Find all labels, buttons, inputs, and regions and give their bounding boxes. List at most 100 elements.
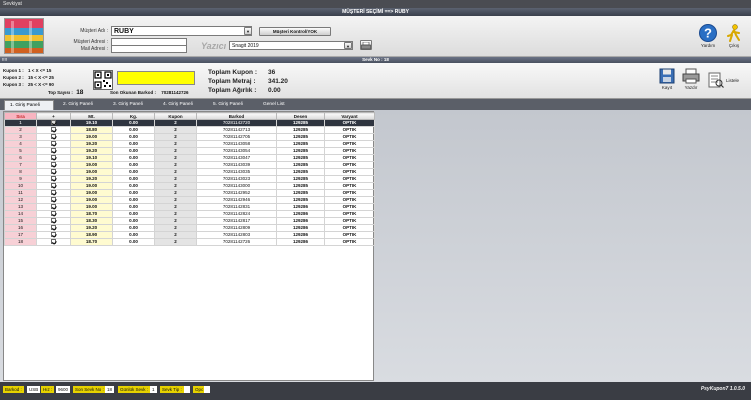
row-checkbox[interactable] xyxy=(51,239,56,245)
table-row[interactable]: 1 19.10 0.00 2 70281142720 129285 OPTIK xyxy=(4,119,375,127)
cell-sira: 4 xyxy=(4,140,37,148)
table-row[interactable]: 8 19.00 0.00 2 70281143035 129285 OPTIK xyxy=(4,168,375,176)
table-row[interactable]: 7 19.00 0.00 2 70281143039 129285 OPTIK xyxy=(4,161,375,169)
help-icon: ? xyxy=(699,24,717,42)
status-barcode-value: USB xyxy=(27,386,41,393)
customer-control-button[interactable]: Müşteri Kontrol/YOK xyxy=(259,27,331,36)
kupon-rule-value: 1 < X <= 15 xyxy=(28,68,52,73)
status-last-shipment-label: Son Sevk No : xyxy=(73,386,106,393)
cell-varyant: OPTIK xyxy=(324,154,375,162)
total-kupon-label: Toplam Kupon : xyxy=(208,69,257,76)
tab-entry-panel-2[interactable]: 2. Giriş Paneli xyxy=(58,100,98,110)
save-button[interactable]: Kayıt xyxy=(656,68,678,94)
row-checkbox[interactable] xyxy=(51,218,56,224)
tab-entry-panel-1[interactable]: 1. Giriş Paneli xyxy=(4,100,54,110)
barcode-scan-button[interactable] xyxy=(93,70,113,90)
printer-settings-button[interactable] xyxy=(360,40,372,50)
tab-general-list[interactable]: Genel List xyxy=(258,100,290,110)
column-header-desen[interactable]: Desen xyxy=(276,112,325,120)
exit-button[interactable]: Çıkış xyxy=(723,24,745,54)
column-header-barkod[interactable]: Barkod xyxy=(196,112,277,120)
row-checkbox[interactable] xyxy=(51,134,56,140)
cell-kg: 0.00 xyxy=(112,154,155,162)
table-row[interactable]: 14 18.70 0.00 2 70281142824 129286 OPTIK xyxy=(4,210,375,218)
row-checkbox[interactable] xyxy=(51,232,56,238)
cell-mt: 19.00 xyxy=(70,196,113,204)
table-row[interactable]: 11 19.00 0.00 2 70281142952 129285 OPTIK xyxy=(4,189,375,197)
list-button[interactable]: Listele xyxy=(708,72,742,94)
cell-check xyxy=(36,189,71,197)
tab-entry-panel-3[interactable]: 3. Giriş Paneli xyxy=(108,100,148,110)
cell-check xyxy=(36,203,71,211)
table-row[interactable]: 10 19.00 0.00 2 70281143000 129285 OPTIK xyxy=(4,182,375,190)
cell-sira: 11 xyxy=(4,189,37,197)
printer-value: Snagit 2019 xyxy=(232,43,259,49)
row-checkbox[interactable] xyxy=(51,197,56,203)
exit-icon xyxy=(727,24,740,42)
row-checkbox[interactable] xyxy=(51,183,56,189)
table-row[interactable]: 9 19.20 0.00 2 70281143023 129285 OPTIK xyxy=(4,175,375,183)
row-checkbox[interactable] xyxy=(51,120,56,126)
customer-name-field[interactable]: RUBY xyxy=(111,26,252,36)
print-button[interactable]: Yazdır xyxy=(680,68,702,94)
printer-select[interactable]: Snagit 2019 xyxy=(229,41,353,50)
cell-desen: 129286 xyxy=(276,217,325,225)
cell-barkod: 70281143023 xyxy=(196,175,277,183)
help-button[interactable]: ? Yardım xyxy=(697,24,719,54)
status-opc-value xyxy=(204,386,210,393)
cell-desen: 129285 xyxy=(276,161,325,169)
cell-sira: 8 xyxy=(4,168,37,176)
row-checkbox[interactable] xyxy=(51,127,56,133)
cell-kg: 0.00 xyxy=(112,140,155,148)
table-row[interactable]: 2 18.80 0.00 2 70281142713 129285 OPTIK xyxy=(4,126,375,134)
table-row[interactable]: 18 18.70 0.00 2 70281142726 129286 OPTIK xyxy=(4,238,375,246)
tab-entry-panel-5[interactable]: 5. Giriş Paneli xyxy=(208,100,248,110)
row-checkbox[interactable] xyxy=(51,211,56,217)
row-checkbox[interactable] xyxy=(51,204,56,210)
cell-check xyxy=(36,231,71,239)
roll-entry-grid[interactable]: Sıra + Mt. Kg. Kupon Barkod Desen Varyan… xyxy=(3,111,375,381)
cell-kg: 0.00 xyxy=(112,196,155,204)
row-checkbox[interactable] xyxy=(51,176,56,182)
cell-barkod: 70281142803 xyxy=(196,231,277,239)
barcode-input[interactable] xyxy=(117,71,195,85)
table-row[interactable]: 6 19.10 0.00 2 70281143047 129285 OPTIK xyxy=(4,154,375,162)
row-checkbox[interactable] xyxy=(51,141,56,147)
customer-dropdown-button[interactable]: ▾ xyxy=(244,27,252,35)
last-barcode: Son Okunan Barkod : 70281142726 xyxy=(110,90,189,95)
table-row[interactable]: 15 18.30 0.00 2 70281142817 129286 OPTIK xyxy=(4,217,375,225)
table-row[interactable]: 17 18.90 0.00 2 70281142803 129286 OPTIK xyxy=(4,231,375,239)
cell-check xyxy=(36,168,71,176)
tab-entry-panel-4[interactable]: 4. Giriş Paneli xyxy=(158,100,198,110)
mail-address-field[interactable] xyxy=(111,45,187,53)
column-header-mt[interactable]: Mt. xyxy=(70,112,113,120)
cell-sira: 16 xyxy=(4,224,37,232)
column-header-kupon[interactable]: Kupon xyxy=(154,112,197,120)
column-header-kg[interactable]: Kg. xyxy=(112,112,155,120)
cell-kupon: 2 xyxy=(154,126,197,134)
table-row[interactable]: 12 19.00 0.00 2 70281142946 129285 OPTIK xyxy=(4,196,375,204)
table-row[interactable]: 13 19.00 0.00 2 70281142831 129286 OPTIK xyxy=(4,203,375,211)
table-row[interactable]: 4 19.20 0.00 2 70281143058 129285 OPTIK xyxy=(4,140,375,148)
cell-desen: 129286 xyxy=(276,224,325,232)
table-row[interactable]: 3 19.00 0.00 2 70281142705 129285 OPTIK xyxy=(4,133,375,141)
cell-desen: 129285 xyxy=(276,175,325,183)
row-checkbox[interactable] xyxy=(51,162,56,168)
column-header-varyant[interactable]: Varyant xyxy=(324,112,375,120)
row-checkbox[interactable] xyxy=(51,169,56,175)
cell-kg: 0.00 xyxy=(112,126,155,134)
printer-dropdown-button[interactable]: ▾ xyxy=(344,42,352,49)
column-header-sira[interactable]: Sıra xyxy=(4,112,37,120)
row-checkbox[interactable] xyxy=(51,190,56,196)
column-header-check[interactable]: + xyxy=(36,112,71,120)
cell-kupon: 2 xyxy=(154,217,197,225)
row-checkbox[interactable] xyxy=(51,148,56,154)
row-checkbox[interactable] xyxy=(51,155,56,161)
cell-barkod: 70281142824 xyxy=(196,210,277,218)
table-row[interactable]: 5 19.20 0.00 2 70281143054 129285 OPTIK xyxy=(4,147,375,155)
cell-check xyxy=(36,224,71,232)
row-checkbox[interactable] xyxy=(51,225,56,231)
window-title: Sevkiyat xyxy=(0,0,751,8)
cell-barkod: 70281143000 xyxy=(196,182,277,190)
table-row[interactable]: 16 19.20 0.00 2 70281142809 129286 OPTIK xyxy=(4,224,375,232)
